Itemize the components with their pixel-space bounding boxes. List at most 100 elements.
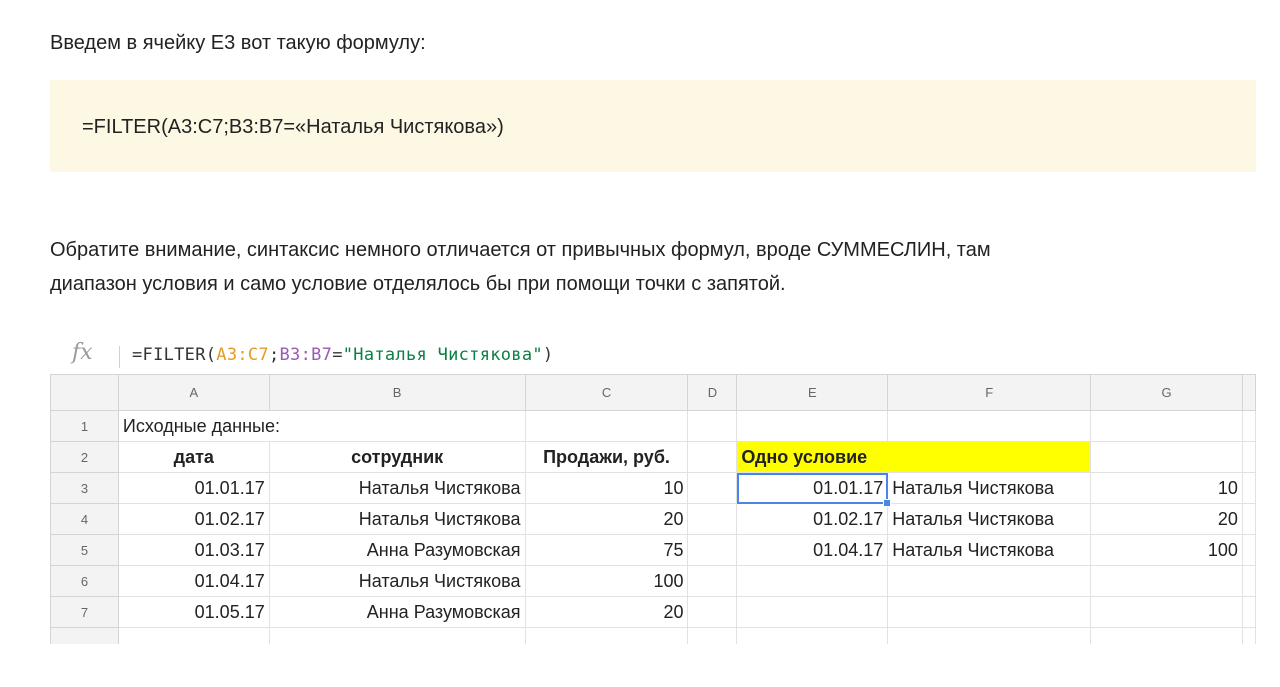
cell-f5[interactable]: Наталья Чистякова: [887, 534, 1092, 566]
cell-g5[interactable]: 100: [1090, 534, 1243, 566]
cell-e2[interactable]: Одно условие: [736, 441, 1092, 473]
explanation-paragraph: Обратите внимание, синтаксис немного отл…: [50, 233, 1260, 301]
row-header-3[interactable]: 3: [50, 472, 119, 504]
intro-text: Введем в ячейку E3 вот такую формулу:: [50, 32, 426, 54]
table-row: 5 01.03.17 Анна Разумовская 75 01.04.17 …: [50, 534, 1256, 566]
row-header-1[interactable]: 1: [50, 410, 119, 442]
table-row: 7 01.05.17 Анна Разумовская 20: [50, 596, 1256, 628]
cell-b2[interactable]: сотрудник: [268, 441, 526, 473]
cell-e6[interactable]: [736, 565, 889, 597]
cell-a1[interactable]: Исходные данные:: [117, 410, 526, 442]
cell-g1[interactable]: [1090, 410, 1243, 442]
cell-a6[interactable]: 01.04.17: [117, 565, 270, 597]
cell-e8[interactable]: [736, 627, 889, 644]
cell-f1[interactable]: [887, 410, 1092, 442]
row-header-4[interactable]: 4: [50, 503, 119, 535]
formula-range-b: B3:B7: [279, 345, 333, 365]
row-header-5[interactable]: 5: [50, 534, 119, 566]
column-header-b[interactable]: B: [268, 374, 526, 411]
cell-b7[interactable]: Анна Разумовская: [268, 596, 526, 628]
formula-bar[interactable]: fx =FILTER(A3:C7;B3:B7="Наталья Чистяков…: [50, 338, 1256, 373]
cell-e4[interactable]: 01.02.17: [736, 503, 889, 535]
cell-c3[interactable]: 10: [524, 472, 689, 504]
formula-bar-divider: [119, 346, 120, 368]
cell-g3[interactable]: 10: [1090, 472, 1243, 504]
cell-d6[interactable]: [687, 565, 738, 597]
cell-c1[interactable]: [524, 410, 689, 442]
select-all-corner[interactable]: [50, 374, 119, 411]
cell-c7[interactable]: 20: [524, 596, 689, 628]
cell-extra3: [1241, 472, 1256, 504]
cell-a3[interactable]: 01.01.17: [117, 472, 270, 504]
cell-c4[interactable]: 20: [524, 503, 689, 535]
cell-f8[interactable]: [887, 627, 1092, 644]
cell-e7[interactable]: [736, 596, 889, 628]
code-formula: =FILTER(A3:C7;B3:B7=«Наталья Чистякова»): [82, 116, 504, 138]
formula-range-a: A3:C7: [216, 345, 269, 365]
cell-d2[interactable]: [687, 441, 738, 473]
cell-c8[interactable]: [524, 627, 689, 644]
cell-b5[interactable]: Анна Разумовская: [268, 534, 526, 566]
column-header-g[interactable]: G: [1090, 374, 1243, 411]
cell-d3[interactable]: [687, 472, 738, 504]
cell-b8[interactable]: [268, 627, 526, 644]
fill-handle[interactable]: [883, 499, 892, 507]
column-header-f[interactable]: F: [887, 374, 1092, 411]
row-header-6[interactable]: 6: [50, 565, 119, 597]
code-block: =FILTER(A3:C7;B3:B7=«Наталья Чистякова»): [50, 80, 1256, 172]
table-row: 1 Исходные данные:: [50, 410, 1256, 442]
cell-g2[interactable]: [1090, 441, 1243, 473]
cell-d8[interactable]: [687, 627, 738, 644]
column-header-e[interactable]: E: [736, 374, 889, 411]
cell-a4[interactable]: 01.02.17: [117, 503, 270, 535]
cell-g6[interactable]: [1090, 565, 1243, 597]
cell-d5[interactable]: [687, 534, 738, 566]
cell-extra6: [1241, 565, 1256, 597]
cell-b4[interactable]: Наталья Чистякова: [268, 503, 526, 535]
table-row: 6 01.04.17 Наталья Чистякова 100: [50, 565, 1256, 597]
cell-f3[interactable]: Наталья Чистякова: [887, 472, 1092, 504]
cell-e5[interactable]: 01.04.17: [736, 534, 889, 566]
cell-b6[interactable]: Наталья Чистякова: [268, 565, 526, 597]
cell-extra1: [1241, 410, 1256, 442]
column-header-a[interactable]: A: [117, 374, 270, 411]
cell-extra7: [1241, 596, 1256, 628]
formula-bar-input[interactable]: =FILTER(A3:C7;B3:B7="Наталья Чистякова"): [132, 345, 553, 365]
formula-criteria: "Наталья Чистякова": [342, 345, 543, 365]
table-row: 2 дата сотрудник Продажи, руб. Одно усло…: [50, 441, 1256, 473]
cell-e1[interactable]: [736, 410, 889, 442]
cell-a8[interactable]: [117, 627, 270, 644]
cell-g8[interactable]: [1090, 627, 1243, 644]
cell-a2[interactable]: дата: [117, 441, 270, 473]
cell-f4[interactable]: Наталья Чистякова: [887, 503, 1092, 535]
cell-g4[interactable]: 20: [1090, 503, 1243, 535]
cell-e3-selected[interactable]: 01.01.17: [736, 472, 892, 507]
column-header-row: A B C D E F G: [50, 374, 1256, 411]
cell-d4[interactable]: [687, 503, 738, 535]
table-row: 4 01.02.17 Наталья Чистякова 20 01.02.17…: [50, 503, 1256, 535]
cell-extra4: [1241, 503, 1256, 535]
cell-c5[interactable]: 75: [524, 534, 689, 566]
row-header-8[interactable]: [50, 627, 119, 644]
column-header-extra: [1241, 374, 1256, 411]
cell-d7[interactable]: [687, 596, 738, 628]
row-header-7[interactable]: 7: [50, 596, 119, 628]
cell-f6[interactable]: [887, 565, 1092, 597]
column-header-c[interactable]: C: [524, 374, 689, 411]
cell-f7[interactable]: [887, 596, 1092, 628]
paragraph-line-2: диапазон условия и само условие отделяло…: [50, 273, 786, 295]
cell-g7[interactable]: [1090, 596, 1243, 628]
cell-d1[interactable]: [687, 410, 738, 442]
cell-c6[interactable]: 100: [524, 565, 689, 597]
cell-e3-value: 01.01.17: [813, 477, 884, 498]
row-header-2[interactable]: 2: [50, 441, 119, 473]
cell-a7[interactable]: 01.05.17: [117, 596, 270, 628]
cell-a5[interactable]: 01.03.17: [117, 534, 270, 566]
cell-c2[interactable]: Продажи, руб.: [524, 441, 689, 473]
table-row: 3 01.01.17 Наталья Чистякова 10 01.01.17…: [50, 472, 1256, 507]
paragraph-line-1: Обратите внимание, синтаксис немного отл…: [50, 239, 991, 261]
cell-b3[interactable]: Наталья Чистякова: [268, 472, 526, 504]
column-header-d[interactable]: D: [687, 374, 738, 411]
table-row: [50, 627, 1256, 644]
spreadsheet: fx =FILTER(A3:C7;B3:B7="Наталья Чистяков…: [50, 338, 1256, 644]
